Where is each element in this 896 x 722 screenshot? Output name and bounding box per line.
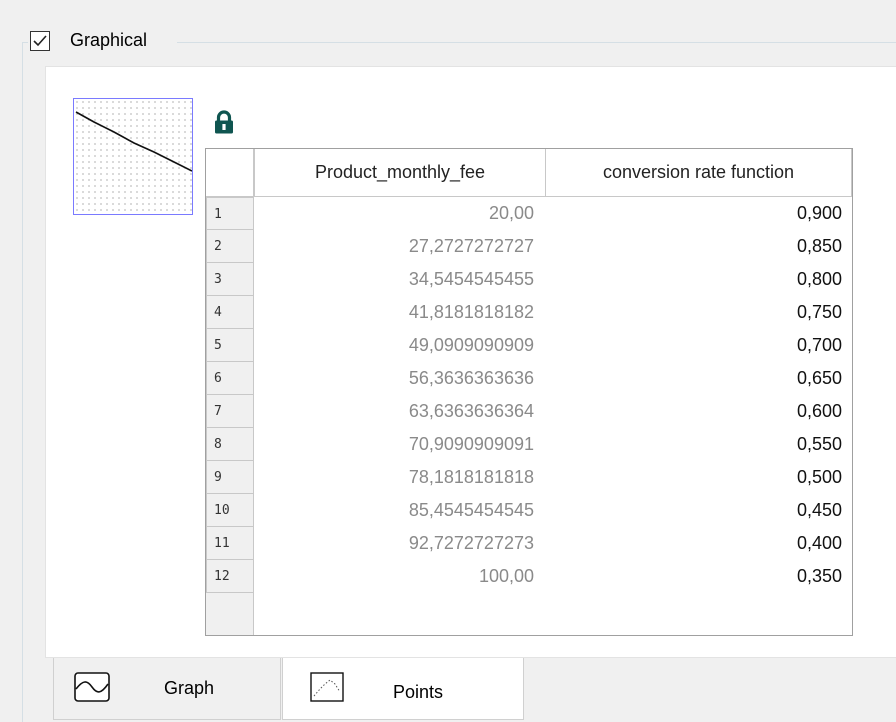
cell-product-monthly-fee[interactable]: 41,8181818182 [254, 296, 544, 329]
cell-product-monthly-fee[interactable]: 56,3636363636 [254, 362, 544, 395]
table-row: 41,8181818182 0,750 [254, 296, 852, 329]
tab-graph-label: Graph [164, 678, 215, 698]
cell-product-monthly-fee[interactable]: 34,5454545455 [254, 263, 544, 296]
cell-conversion-rate[interactable]: 0,700 [544, 329, 852, 362]
table-row: 100,00 0,350 [254, 560, 852, 593]
lock-icon[interactable] [214, 110, 234, 139]
table-row: 92,7272727273 0,400 [254, 527, 852, 560]
row-header-empty [206, 593, 254, 635]
row-header[interactable]: 1 [206, 197, 254, 230]
tab-points[interactable]: Points [282, 658, 524, 720]
table-row: 20,00 0,900 [254, 197, 852, 230]
cell-conversion-rate[interactable]: 0,850 [544, 230, 852, 263]
table-row: 49,0909090909 0,700 [254, 329, 852, 362]
cell-conversion-rate[interactable]: 0,650 [544, 362, 852, 395]
cell-conversion-rate[interactable]: 0,800 [544, 263, 852, 296]
cell-product-monthly-fee[interactable]: 49,0909090909 [254, 329, 544, 362]
cell-conversion-rate[interactable]: 0,500 [544, 461, 852, 494]
row-header[interactable]: 9 [206, 461, 254, 494]
graphical-checkbox-label[interactable]: Graphical [70, 30, 147, 51]
view-tabs: Graph Points [45, 658, 896, 722]
table-row: 85,4545454545 0,450 [254, 494, 852, 527]
table-corner [206, 149, 254, 197]
cell-conversion-rate[interactable]: 0,400 [544, 527, 852, 560]
cell-product-monthly-fee[interactable]: 78,1818181818 [254, 461, 544, 494]
row-header[interactable]: 7 [206, 395, 254, 428]
table-row: 56,3636363636 0,650 [254, 362, 852, 395]
table-body: 20,00 0,900 27,2727272727 0,850 34,545454545… [254, 197, 852, 593]
checkmark-icon [33, 35, 47, 47]
row-header[interactable]: 5 [206, 329, 254, 362]
table-row: 78,1818181818 0,500 [254, 461, 852, 494]
cell-conversion-rate[interactable]: 0,600 [544, 395, 852, 428]
tab-graph[interactable]: Graph [53, 658, 281, 720]
column-header-conversion-rate[interactable]: conversion rate function [545, 149, 852, 197]
scatter-points-icon [310, 672, 344, 707]
cell-product-monthly-fee[interactable]: 70,9090909091 [254, 428, 544, 461]
cell-conversion-rate[interactable]: 0,750 [544, 296, 852, 329]
row-header[interactable]: 6 [206, 362, 254, 395]
points-table: Product_monthly_fee conversion rate func… [205, 148, 853, 636]
cell-conversion-rate[interactable]: 0,900 [544, 197, 852, 230]
graphical-checkbox[interactable] [30, 31, 50, 51]
cell-product-monthly-fee[interactable]: 100,00 [254, 560, 544, 593]
row-header[interactable]: 4 [206, 296, 254, 329]
cell-product-monthly-fee[interactable]: 63,6363636364 [254, 395, 544, 428]
table-row: 70,9090909091 0,550 [254, 428, 852, 461]
cell-product-monthly-fee[interactable]: 20,00 [254, 197, 544, 230]
cell-product-monthly-fee[interactable]: 27,2727272727 [254, 230, 544, 263]
row-header[interactable]: 3 [206, 263, 254, 296]
table-row: 34,5454545455 0,800 [254, 263, 852, 296]
cell-product-monthly-fee[interactable]: 85,4545454545 [254, 494, 544, 527]
row-header[interactable]: 12 [206, 560, 254, 593]
row-headers: 1 2 3 4 5 6 7 8 9 10 11 12 [206, 197, 254, 593]
table-row: 27,2727272727 0,850 [254, 230, 852, 263]
curve-graph-icon [74, 672, 110, 707]
row-header[interactable]: 2 [206, 230, 254, 263]
group-frame-top [177, 42, 896, 43]
cell-conversion-rate[interactable]: 0,450 [544, 494, 852, 527]
cell-conversion-rate[interactable]: 0,350 [544, 560, 852, 593]
cell-conversion-rate[interactable]: 0,550 [544, 428, 852, 461]
group-frame-left [22, 42, 23, 722]
row-header[interactable]: 8 [206, 428, 254, 461]
graph-thumbnail[interactable] [73, 98, 193, 215]
row-header[interactable]: 10 [206, 494, 254, 527]
table-row: 63,6363636364 0,600 [254, 395, 852, 428]
thumbnail-curve [75, 111, 192, 172]
row-header[interactable]: 11 [206, 527, 254, 560]
column-header-product-monthly-fee[interactable]: Product_monthly_fee [254, 149, 546, 197]
tab-points-label: Points [393, 682, 444, 702]
cell-product-monthly-fee[interactable]: 92,7272727273 [254, 527, 544, 560]
